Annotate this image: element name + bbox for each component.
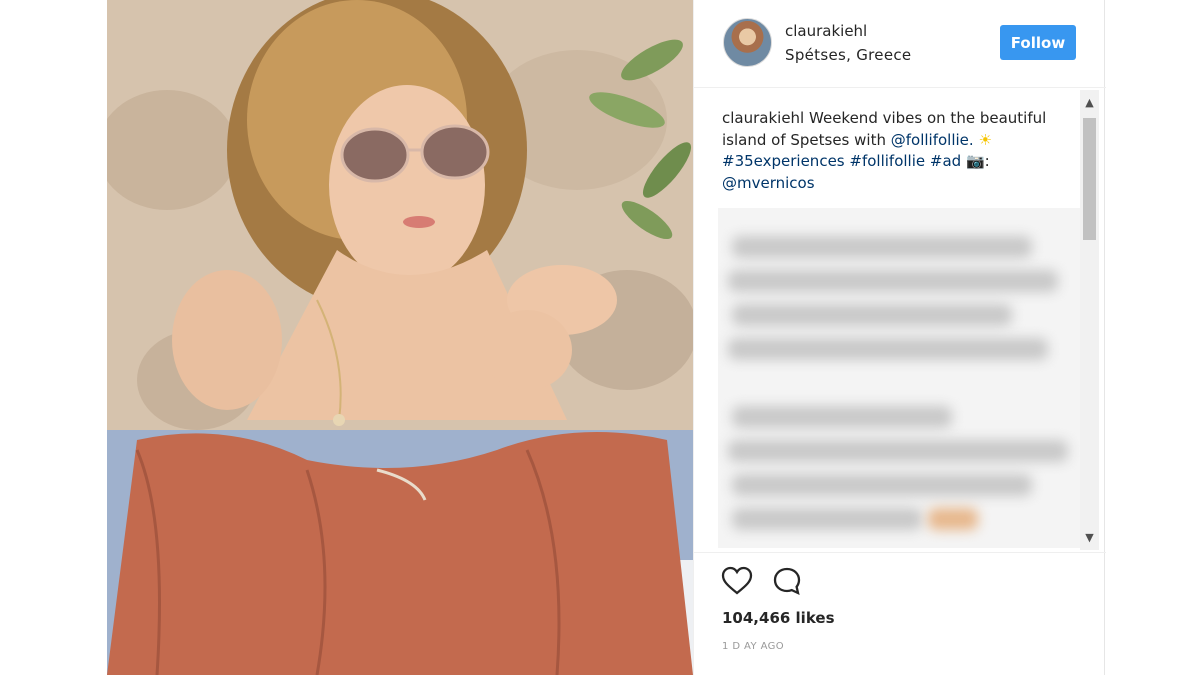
caption-text: claurakiehl Weekend vibes on the beautif… [722, 109, 1047, 192]
scroll-down-arrow[interactable]: ▼ [1080, 529, 1099, 546]
hashtag-link[interactable]: #35experiences [722, 152, 845, 170]
camera-emoji: 📷 [965, 152, 985, 170]
hashtag-link[interactable]: #follifollie [849, 152, 925, 170]
caption-author[interactable]: claurakiehl [722, 109, 804, 127]
hashtag-link[interactable]: #ad [930, 152, 961, 170]
follow-button[interactable]: Follow [1000, 25, 1076, 60]
scroll-thumb[interactable] [1083, 118, 1096, 240]
photographer-link[interactable]: @mvernicos [722, 174, 815, 192]
heart-icon[interactable] [721, 566, 753, 596]
post-photo[interactable] [107, 0, 693, 675]
blurred-comments [718, 208, 1080, 548]
sun-emoji: ☀ [978, 130, 992, 149]
post-timestamp: 1 D AY AGO [722, 641, 785, 652]
post-actions: 104,466 likes 1 D AY AGO [694, 552, 1106, 675]
caption-area: claurakiehl Weekend vibes on the beautif… [694, 90, 1106, 550]
scroll-up-arrow[interactable]: ▲ [1080, 94, 1099, 111]
post-header: claurakiehl Spétses, Greece Follow [694, 0, 1106, 88]
photo-illustration [107, 0, 693, 675]
comment-icon[interactable] [772, 566, 802, 596]
username-link[interactable]: claurakiehl [785, 22, 867, 40]
mention-link[interactable]: @follifollie. [891, 131, 974, 149]
post-details-panel: claurakiehl Spétses, Greece Follow claur… [693, 0, 1106, 675]
location-link[interactable]: Spétses, Greece [785, 46, 911, 64]
avatar[interactable] [723, 18, 772, 67]
caption-scrollbar[interactable]: ▲ ▼ [1080, 90, 1099, 550]
likes-count[interactable]: 104,466 likes [722, 609, 835, 627]
